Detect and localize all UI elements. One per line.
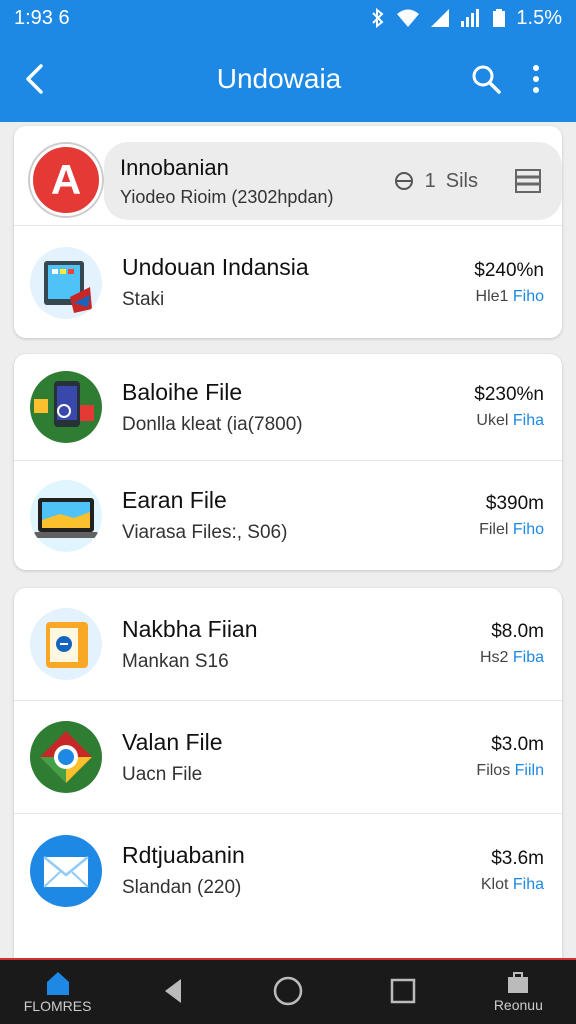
list-item[interactable]: Undouan Indansia Staki $240%n Hle1 Fiho [14,226,562,338]
status-icons: 1.5% [370,7,562,30]
nav-home-label: FLOMRES [23,998,92,1014]
file-subtitle: Slandan (220) [122,877,242,898]
back-arrow-icon [26,64,43,94]
app-avatar[interactable]: A [30,144,102,216]
file-type-accent: Fiho [512,287,544,305]
file-name: Nakbha Fiian [122,615,258,642]
file-type-accent: Fiba [512,649,544,666]
file-type-accent: Fiiln [514,762,544,779]
laptop-icon [30,479,102,552]
overflow-menu-button[interactable] [518,61,554,97]
file-type: Ukel [476,412,509,429]
file-size: $390m [485,492,544,514]
file-type: Filos [476,762,511,779]
mail-icon [30,834,102,907]
list-item[interactable]: Nakbha Fiian Mankan S16 $8.0m Hs2 Fiba [14,588,562,701]
file-name: Valan File [122,728,223,755]
folder-app-icon [30,608,102,680]
file-size: $230%n [474,384,544,405]
filter-control[interactable]: 1 Sils [393,168,562,194]
file-subtitle: Donlla kleat (ia(7800) [122,413,303,435]
search-button[interactable] [468,61,504,97]
battery-icon [493,9,506,27]
file-type-accent: Fiho [512,520,544,538]
nav-back[interactable] [123,977,223,1007]
signal-bars-icon [461,9,480,27]
phone-app-icon [30,371,102,443]
bag-icon [508,972,529,993]
card-group-2: Baloihe File Donlla kleat (ia(7800) $230… [14,354,562,570]
status-time: 1:93 6 [14,6,70,29]
list-item[interactable]: Valan File Uacn File $3.0m Filos Fiiln [14,701,562,814]
tablet-icon [30,246,102,319]
file-type-accent: Fiha [512,412,544,429]
summary-subtitle: Yiodeo Rioim (2302hpdan) [120,186,334,207]
nav-recents[interactable] [353,977,453,1007]
circle-home-icon [273,976,303,1006]
navigation-bar: FLOMRES Reonuu [0,958,576,1024]
file-summary-pill[interactable]: Innobanian Yiodeo Rioim (2302hpdan) 1 Si… [104,142,562,220]
file-size: $240%n [474,259,544,281]
summary-title: Innobanian [120,154,229,180]
list-item[interactable]: Rdtjuabanin Slandan (220) $3.6m Klot Fih… [14,814,562,927]
file-name: Baloihe File [122,378,243,405]
search-icon [472,65,501,94]
more-vert-icon [533,65,539,93]
file-name: Undouan Indansia [122,254,309,280]
square-recents-icon [390,978,416,1004]
triangle-back-icon [164,979,181,1003]
file-size: $3.0m [491,734,544,755]
home-icon [46,972,69,995]
signal-icon [431,9,450,27]
file-size: $3.6m [491,847,544,869]
file-subtitle: Viarasa Files:, S06) [122,522,288,543]
card-group-3: Nakbha Fiian Mankan S16 $8.0m Hs2 Fiba V… [14,588,562,958]
nav-home[interactable]: FLOMRES [8,970,108,1014]
file-subtitle: Mankan S16 [122,650,229,672]
app-bar: Undowaia [0,36,576,122]
page-title: Undowaia [216,63,342,94]
filter-prefix: 1 [424,169,436,192]
file-subtitle: Uacn File [122,763,203,785]
list-item[interactable]: Earan File Viarasa Files:, S06) $390m Fi… [14,461,562,570]
file-size: $8.0m [491,621,544,642]
file-type: Filel [479,520,509,538]
nav-right[interactable]: Reonuu [468,971,568,1013]
file-type: Klot [480,875,509,893]
filter-label: Sils [445,169,478,192]
bluetooth-icon [372,8,384,28]
file-type-accent: Fiha [512,875,544,893]
battery-percent: 1.5% [516,6,562,29]
status-bar: 1:93 6 1.5% [0,0,576,36]
back-button[interactable] [0,36,70,122]
file-list: Undouan Indansia Staki $240%n Hle1 Fiho … [0,122,576,958]
file-type: Hs2 [479,649,509,666]
file-subtitle: Staki [122,289,165,310]
list-item[interactable]: Baloihe File Donlla kleat (ia(7800) $230… [14,354,562,461]
toggle-icon [394,172,413,190]
wifi-icon [397,9,420,27]
chrome-icon [30,721,102,793]
nav-home-circle[interactable] [238,975,338,1009]
file-name: Rdtjuabanin [122,842,245,868]
nav-right-label: Reonuu [493,997,543,1013]
file-type: Hle1 [475,287,509,305]
list-view-icon[interactable] [514,168,542,194]
file-name: Earan File [122,487,227,513]
